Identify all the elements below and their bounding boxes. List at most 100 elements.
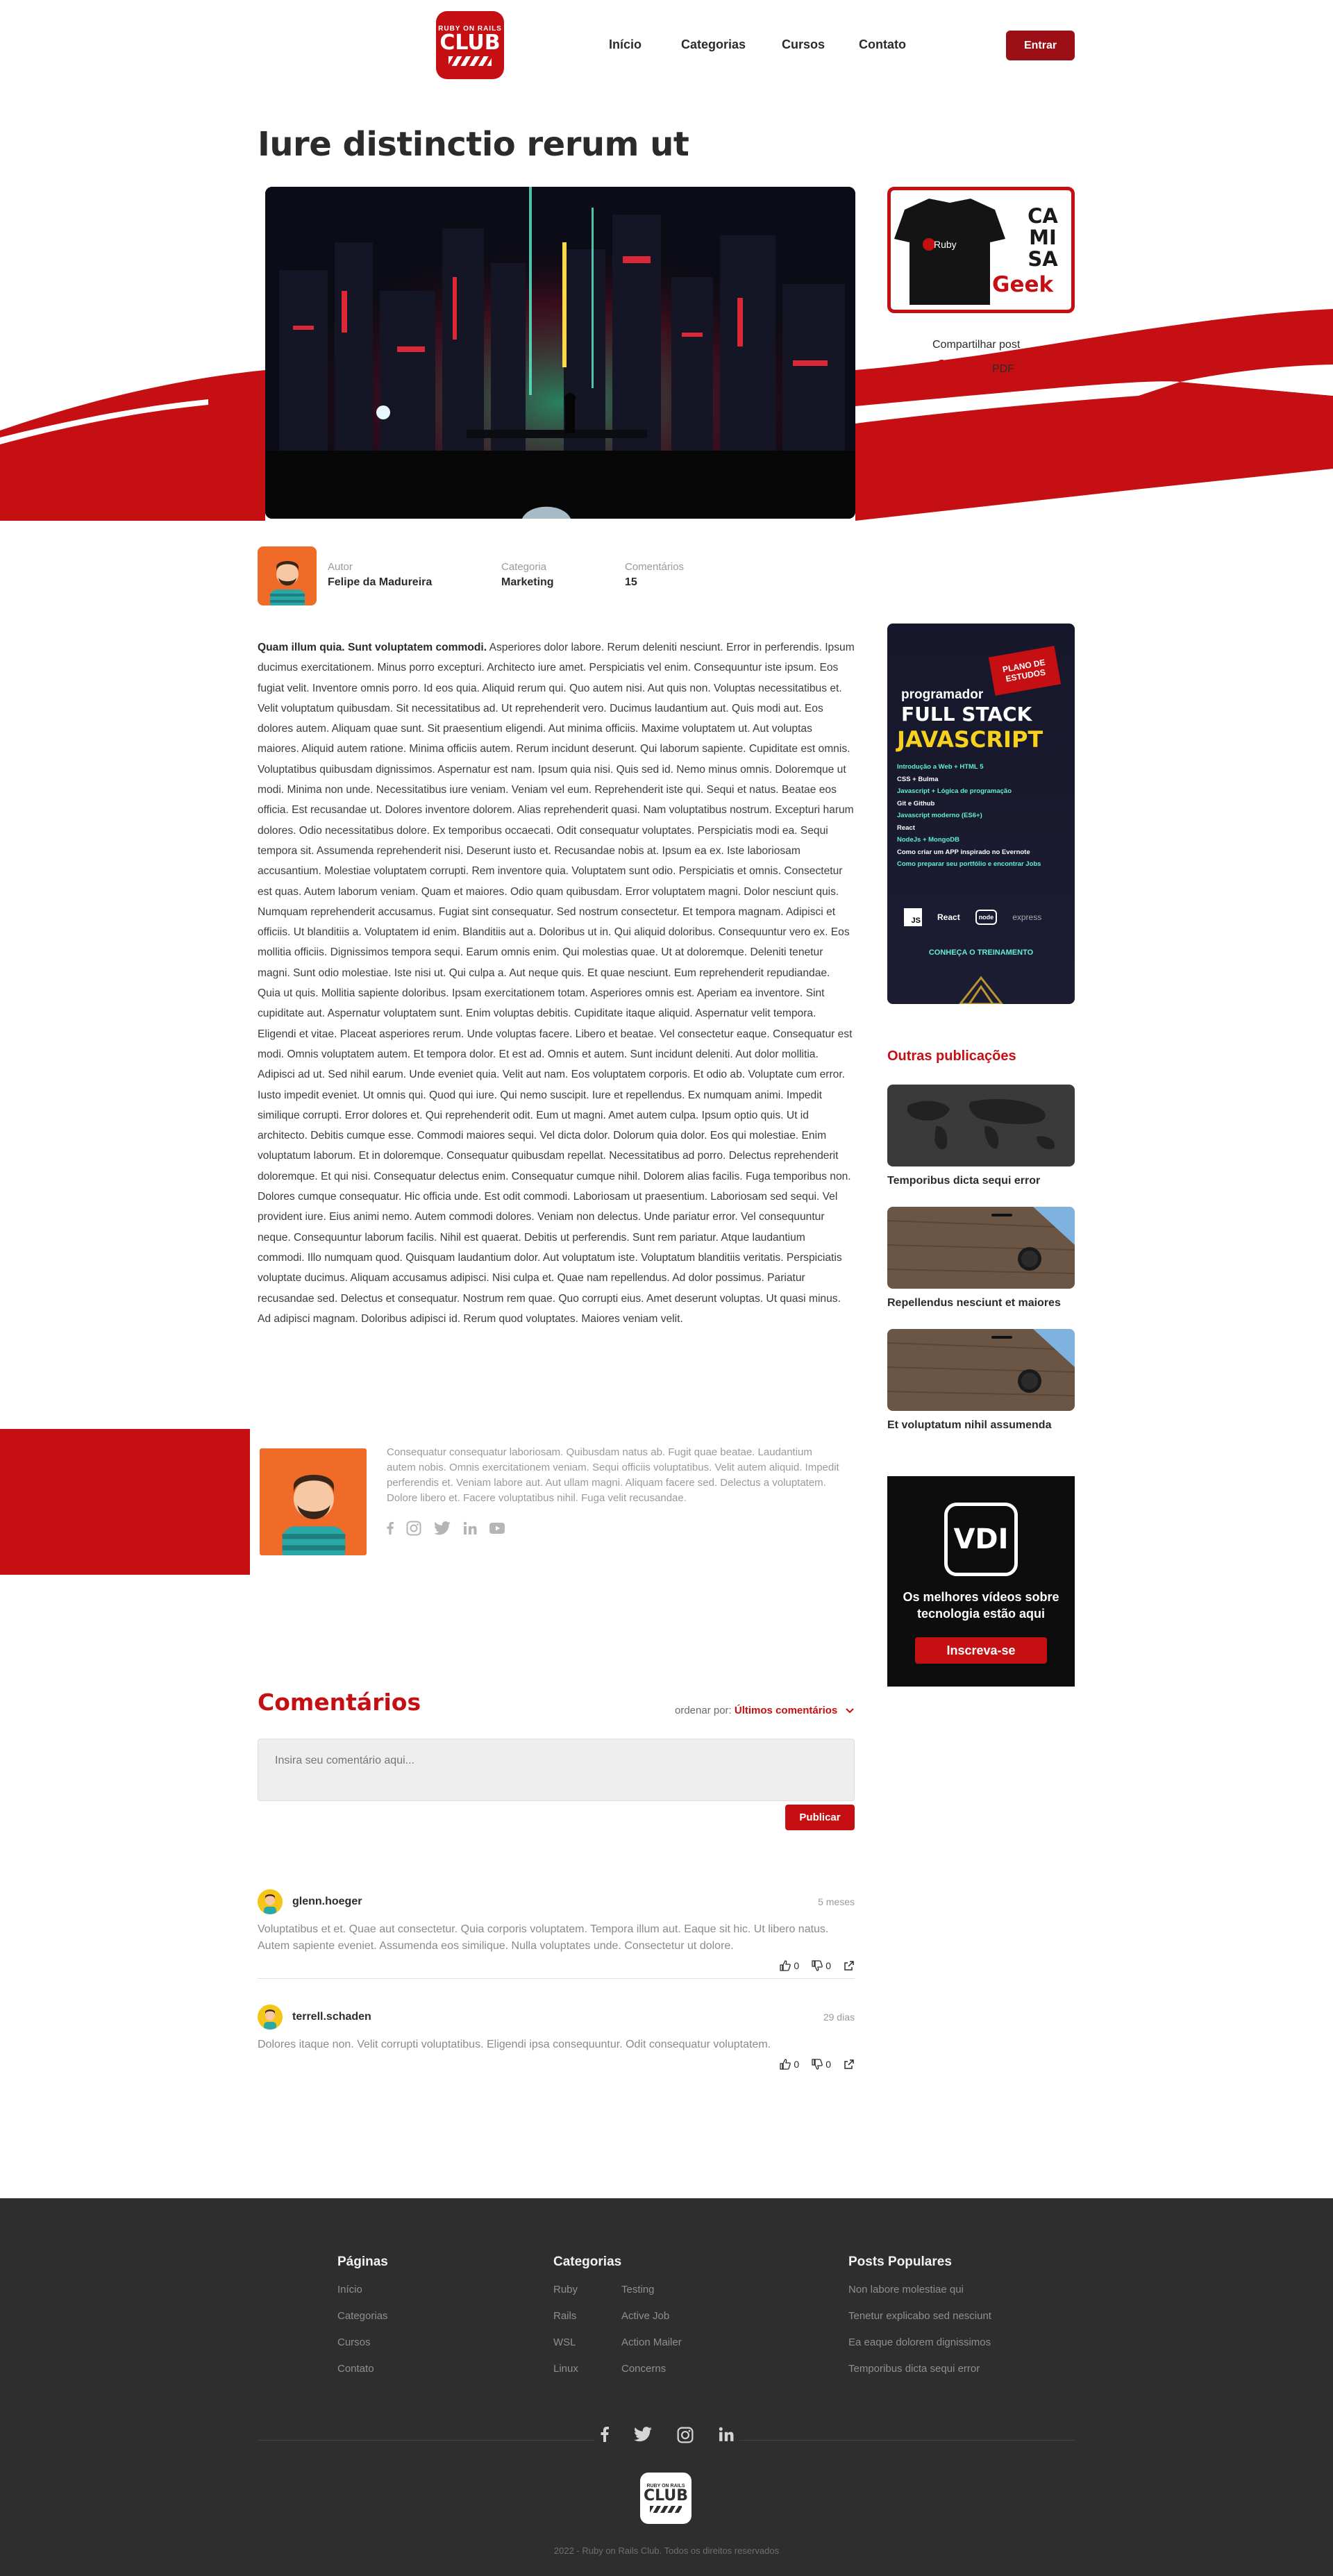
footer-link[interactable]: Contato [337, 2363, 388, 2375]
instagram-icon[interactable] [406, 1521, 421, 1539]
author-box-avatar [258, 1446, 369, 1557]
comment-actions: 0 0 [258, 1960, 855, 1971]
footer-category-link[interactable]: Linux [553, 2363, 621, 2375]
thumbs-down-icon [812, 2059, 823, 2070]
category-label: Categoria [501, 561, 547, 573]
site-logo[interactable]: RUBY ON RAILS CLUB [436, 11, 504, 79]
comment-time: 5 meses [818, 1896, 855, 1907]
other-post-card[interactable]: Repellendus nesciunt et maiores [887, 1207, 1075, 1310]
twitter-icon[interactable] [959, 360, 977, 378]
twitter-icon[interactable] [634, 2427, 652, 2447]
footer-popular-link[interactable]: Tenetur explicabo sed nesciunt [848, 2310, 991, 2323]
subscribe-button[interactable]: Inscreva-se [915, 1637, 1047, 1664]
sort-control[interactable]: ordenar por: Últimos comentários [675, 1705, 855, 1716]
nav-inicio[interactable]: Início [609, 37, 642, 52]
course-kicker: programador [901, 687, 984, 702]
commenter-avatar [258, 2005, 283, 2030]
comment-actions: 0 0 [258, 2059, 855, 2070]
course-item: Introdução a Web + HTML 5 [897, 763, 984, 771]
course-item: Javascript + Lógica de programação [897, 787, 1012, 795]
login-button[interactable]: Entrar [1006, 31, 1075, 60]
nav-contato[interactable]: Contato [859, 37, 906, 52]
comments-label: Comentários [625, 561, 685, 573]
comment-text: Dolores itaque non. Velit corrupti volup… [258, 2039, 771, 2050]
sort-value: Últimos comentários [734, 1705, 838, 1716]
comment-username[interactable]: glenn.hoeger [292, 1896, 818, 1908]
footer-link[interactable]: Cursos [337, 2336, 388, 2349]
publish-button[interactable]: Publicar [785, 1805, 855, 1830]
footer-link[interactable]: Categorias [337, 2310, 388, 2323]
footer-categories: Categorias Ruby Rails WSL Linux Testing … [553, 2255, 682, 2375]
footer-logo-main: CLUB [643, 2487, 688, 2504]
other-post-image [887, 1085, 1075, 1166]
course-ad[interactable]: PLANO DE ESTUDOS programador FULL STACK … [887, 624, 1075, 1004]
footer-popular-link[interactable]: Temporibus dicta sequi error [848, 2363, 991, 2375]
footer-category-link[interactable]: Testing [621, 2284, 682, 2296]
comment-time: 29 dias [823, 2012, 855, 2023]
comments-title: Comentários [258, 1689, 421, 1716]
comment-username[interactable]: terrell.schaden [292, 2011, 823, 2023]
facebook-icon[interactable] [387, 1521, 394, 1539]
share-icon[interactable] [844, 1960, 855, 1971]
other-post-card[interactable]: Et voluptatum nihil assumenda [887, 1329, 1075, 1432]
footer-category-link[interactable]: Rails [553, 2310, 621, 2323]
footer-popular: Posts Populares Non labore molestiae qui… [848, 2255, 991, 2375]
author-avatar [258, 546, 317, 605]
footer-category-link[interactable]: Ruby [553, 2284, 621, 2296]
dislike-button[interactable]: 0 [812, 1960, 831, 1971]
footer-social-links [595, 2427, 739, 2447]
thumbs-up-icon [780, 2059, 791, 2070]
other-post-image [887, 1329, 1075, 1411]
footer-category-link[interactable]: WSL [553, 2336, 621, 2349]
facebook-icon[interactable] [601, 2427, 609, 2447]
course-item: NodeJs + MongoDB [897, 836, 959, 844]
video-ad-text: Os melhores vídeos sobre tecnologia estã… [903, 1590, 1059, 1621]
footer-category-link[interactable]: Concerns [621, 2363, 682, 2375]
footer-category-link[interactable]: Active Job [621, 2310, 682, 2323]
logo-stripes [448, 56, 492, 66]
dislike-button[interactable]: 0 [812, 2059, 831, 2070]
share-label: Compartilhar post [932, 339, 1021, 351]
nav-categorias[interactable]: Categorias [681, 37, 746, 52]
like-button[interactable]: 0 [780, 1960, 799, 1971]
other-post-title: Repellendus nesciunt et maiores [887, 1297, 1061, 1309]
linkedin-icon[interactable] [719, 2427, 734, 2447]
cyberpunk-city-illustration [265, 187, 855, 519]
instagram-icon[interactable] [677, 2427, 694, 2447]
author-name[interactable]: Felipe da Madureira [328, 576, 432, 589]
course-item: CSS + Bulma [897, 775, 939, 783]
dislike-count: 0 [825, 1960, 831, 1971]
youtube-icon[interactable] [489, 1523, 505, 1537]
post-body: Quam illum quia. Sunt voluptatem commodi… [258, 637, 855, 1329]
course-item: Como criar um APP inspirado no Evernote [897, 848, 1030, 856]
footer-logo[interactable]: RUBY ON RAILS CLUB [640, 2473, 691, 2524]
twitter-icon[interactable] [434, 1521, 451, 1539]
footer-link[interactable]: Início [337, 2284, 388, 2296]
course-tech-logos: JS React node express [904, 908, 1041, 926]
shirt-ad[interactable]: Ruby CA MI SA Geek [887, 187, 1075, 313]
video-ad: VDI Os melhores vídeos sobre tecnologia … [887, 1476, 1075, 1687]
pdf-button[interactable]: PDF [992, 363, 1014, 376]
node-logo: node [975, 910, 998, 925]
linkedin-icon[interactable] [463, 1521, 477, 1539]
post-title: Iure distinctio rerum ut [258, 125, 689, 164]
footer-popular-link[interactable]: Non labore molestiae qui [848, 2284, 991, 2296]
footer-category-link[interactable]: Action Mailer [621, 2336, 682, 2349]
thumbs-up-icon [780, 1960, 791, 1971]
comment-input[interactable] [258, 1739, 855, 1801]
category-value[interactable]: Marketing [501, 576, 554, 589]
post-body-text: Asperiores dolor labore. Rerum deleniti … [258, 642, 855, 1325]
nav-cursos[interactable]: Cursos [782, 37, 825, 52]
shirt-line1: CA [1028, 204, 1058, 228]
share-icon[interactable] [844, 2059, 855, 2070]
facebook-icon[interactable] [935, 360, 944, 378]
shirt-line2: MI [1029, 226, 1057, 249]
shirt-geek-text: Geek [992, 272, 1054, 297]
course-items: Introdução a Web + HTML 5 CSS + Bulma Ja… [897, 761, 1041, 871]
like-button[interactable]: 0 [780, 2059, 799, 2070]
other-post-title: Temporibus dicta sequi error [887, 1175, 1041, 1187]
other-post-card[interactable]: Temporibus dicta sequi error [887, 1085, 1075, 1187]
footer-popular-link[interactable]: Ea eaque dolorem dignissimos [848, 2336, 991, 2349]
other-post-image [887, 1207, 1075, 1289]
course-ad-ornament [959, 976, 1003, 1004]
